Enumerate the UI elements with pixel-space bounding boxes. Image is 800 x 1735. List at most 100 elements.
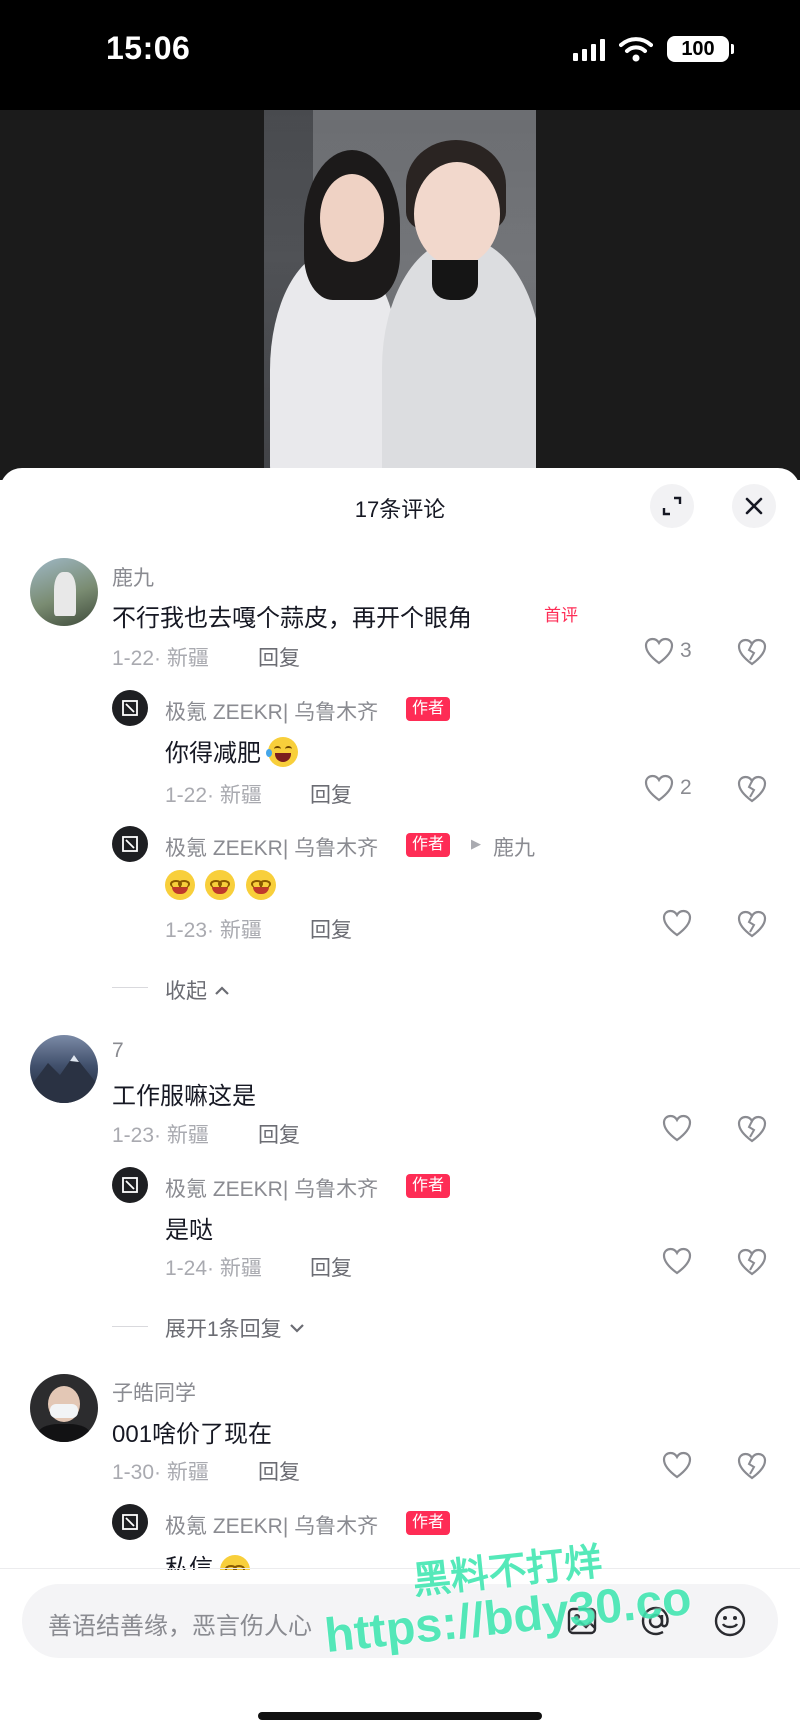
reply-meta: 1-24· 新疆 [165, 1257, 262, 1280]
dislike-button[interactable] [737, 1115, 767, 1148]
comment-username[interactable]: 7 [112, 1039, 124, 1063]
avatar-mask [50, 1404, 78, 1418]
reply-username[interactable]: 极氪 ZEEKR| 乌鲁木齐 [165, 1173, 378, 1203]
video-area[interactable] [0, 110, 800, 480]
zeekr-logo-icon [122, 1514, 138, 1530]
comment-input-placeholder[interactable]: 善语结善缘，恶言伤人心 [48, 1606, 312, 1641]
toggle-divider [112, 1326, 148, 1327]
reply-username[interactable]: 极氪 ZEEKR| 乌鲁木齐 [165, 832, 378, 862]
reply-username[interactable]: 极氪 ZEEKR| 乌鲁木齐 [165, 696, 378, 726]
like-button[interactable] [662, 909, 692, 937]
comment-meta: 1-23· 新疆 [112, 1124, 209, 1147]
person-left-face [320, 174, 384, 262]
wifi-icon [619, 37, 653, 62]
chevron-up-icon [215, 986, 229, 995]
emoji-row [165, 870, 282, 900]
expand-replies-button[interactable]: 展开1条回复 [165, 1313, 306, 1343]
zeekr-logo-icon [122, 1177, 138, 1193]
status-indicators: 100 [573, 36, 734, 62]
author-avatar[interactable] [112, 1167, 148, 1203]
person-right-face [414, 162, 500, 266]
status-bar: 15:06 100 [0, 0, 800, 110]
broken-heart-icon [737, 638, 767, 666]
dislike-button[interactable] [737, 910, 767, 943]
author-avatar[interactable] [112, 1504, 148, 1540]
like-button[interactable] [662, 1247, 692, 1275]
broken-heart-icon [737, 1115, 767, 1143]
like-button[interactable] [662, 1451, 692, 1479]
heart-icon [644, 637, 674, 665]
broken-heart-icon [737, 775, 767, 803]
dislike-button[interactable] [737, 1248, 767, 1281]
heart-icon [662, 1114, 692, 1142]
emoji-button[interactable] [710, 1601, 750, 1641]
comment-text: 001啥价了现在 [112, 1421, 273, 1448]
reply-button[interactable]: 回复 [310, 1252, 352, 1282]
heart-icon [662, 909, 692, 937]
reply-button[interactable]: 回复 [258, 642, 300, 672]
reply-text-content: 你得减肥 [165, 740, 261, 767]
first-comment-badge: 首评 [544, 606, 578, 625]
battery-indicator: 100 [667, 36, 729, 62]
zeekr-logo-icon [122, 836, 138, 852]
collapse-label: 收起 [165, 980, 207, 1003]
reply-button[interactable]: 回复 [310, 914, 352, 944]
reply-button[interactable]: 回复 [258, 1119, 300, 1149]
cellular-signal-icon [573, 37, 605, 61]
comment-username[interactable]: 鹿九 [112, 562, 154, 592]
comment-meta: 1-22· 新疆 [112, 647, 209, 670]
author-avatar[interactable] [112, 690, 148, 726]
author-tag: 作者 [406, 833, 451, 857]
reply-to-username[interactable]: 鹿九 [493, 832, 535, 862]
person-right-collar [432, 260, 478, 300]
reply-button[interactable]: 回复 [310, 779, 352, 809]
reply-meta: 1-23· 新疆 [165, 919, 262, 942]
avatar[interactable] [30, 1374, 98, 1442]
like-count: 2 [680, 776, 692, 799]
broken-heart-icon [737, 1248, 767, 1276]
grin-emoji-icon [165, 870, 195, 900]
author-avatar[interactable] [112, 826, 148, 862]
author-tag: 作者 [406, 1174, 451, 1198]
close-icon [745, 497, 763, 515]
avatar-body [38, 1424, 90, 1442]
home-indicator[interactable] [258, 1712, 542, 1720]
reply-text: 是哒 [165, 1217, 213, 1244]
zeekr-logo-icon [122, 700, 138, 716]
toggle-divider [112, 987, 148, 988]
expand-label: 展开1条回复 [165, 1318, 282, 1341]
mountain-avatar-image [30, 1055, 98, 1103]
comment-text: 工作服嘛这是 [112, 1083, 256, 1110]
dislike-button[interactable] [737, 638, 767, 671]
smiley-icon [714, 1605, 746, 1637]
expand-button[interactable] [650, 484, 694, 528]
collapse-replies-button[interactable]: 收起 [165, 975, 231, 1005]
heart-icon [662, 1451, 692, 1479]
comment-meta: 1-30· 新疆 [112, 1461, 209, 1484]
like-button[interactable] [662, 1114, 692, 1142]
dislike-button[interactable] [737, 775, 767, 808]
input-divider [0, 1568, 800, 1569]
close-button[interactable] [732, 484, 776, 528]
avatar-figure [54, 572, 76, 616]
reply-button[interactable]: 回复 [258, 1456, 300, 1486]
comment-username[interactable]: 子皓同学 [112, 1377, 196, 1407]
heart-icon [644, 774, 674, 802]
dislike-button[interactable] [737, 1452, 767, 1485]
reply-arrow-icon: ▶ [471, 836, 481, 851]
reply-text: 你得减肥 [165, 733, 298, 768]
comment-text: 不行我也去嘎个蒜皮，再开个眼角 [112, 605, 472, 632]
reply-username[interactable]: 极氪 ZEEKR| 乌鲁木齐 [165, 1510, 378, 1540]
grin-emoji-icon [245, 870, 276, 900]
avatar[interactable] [30, 558, 98, 626]
avatar[interactable] [30, 1035, 98, 1103]
like-button[interactable]: 2 [644, 774, 692, 802]
broken-heart-icon [737, 910, 767, 938]
like-button[interactable]: 3 [644, 637, 692, 665]
author-tag: 作者 [406, 697, 451, 721]
chevron-down-icon [289, 1324, 304, 1333]
video-thumbnail[interactable] [264, 110, 536, 480]
like-count: 3 [680, 639, 692, 662]
heart-icon [662, 1247, 692, 1275]
laugh-emoji-icon [265, 737, 298, 767]
